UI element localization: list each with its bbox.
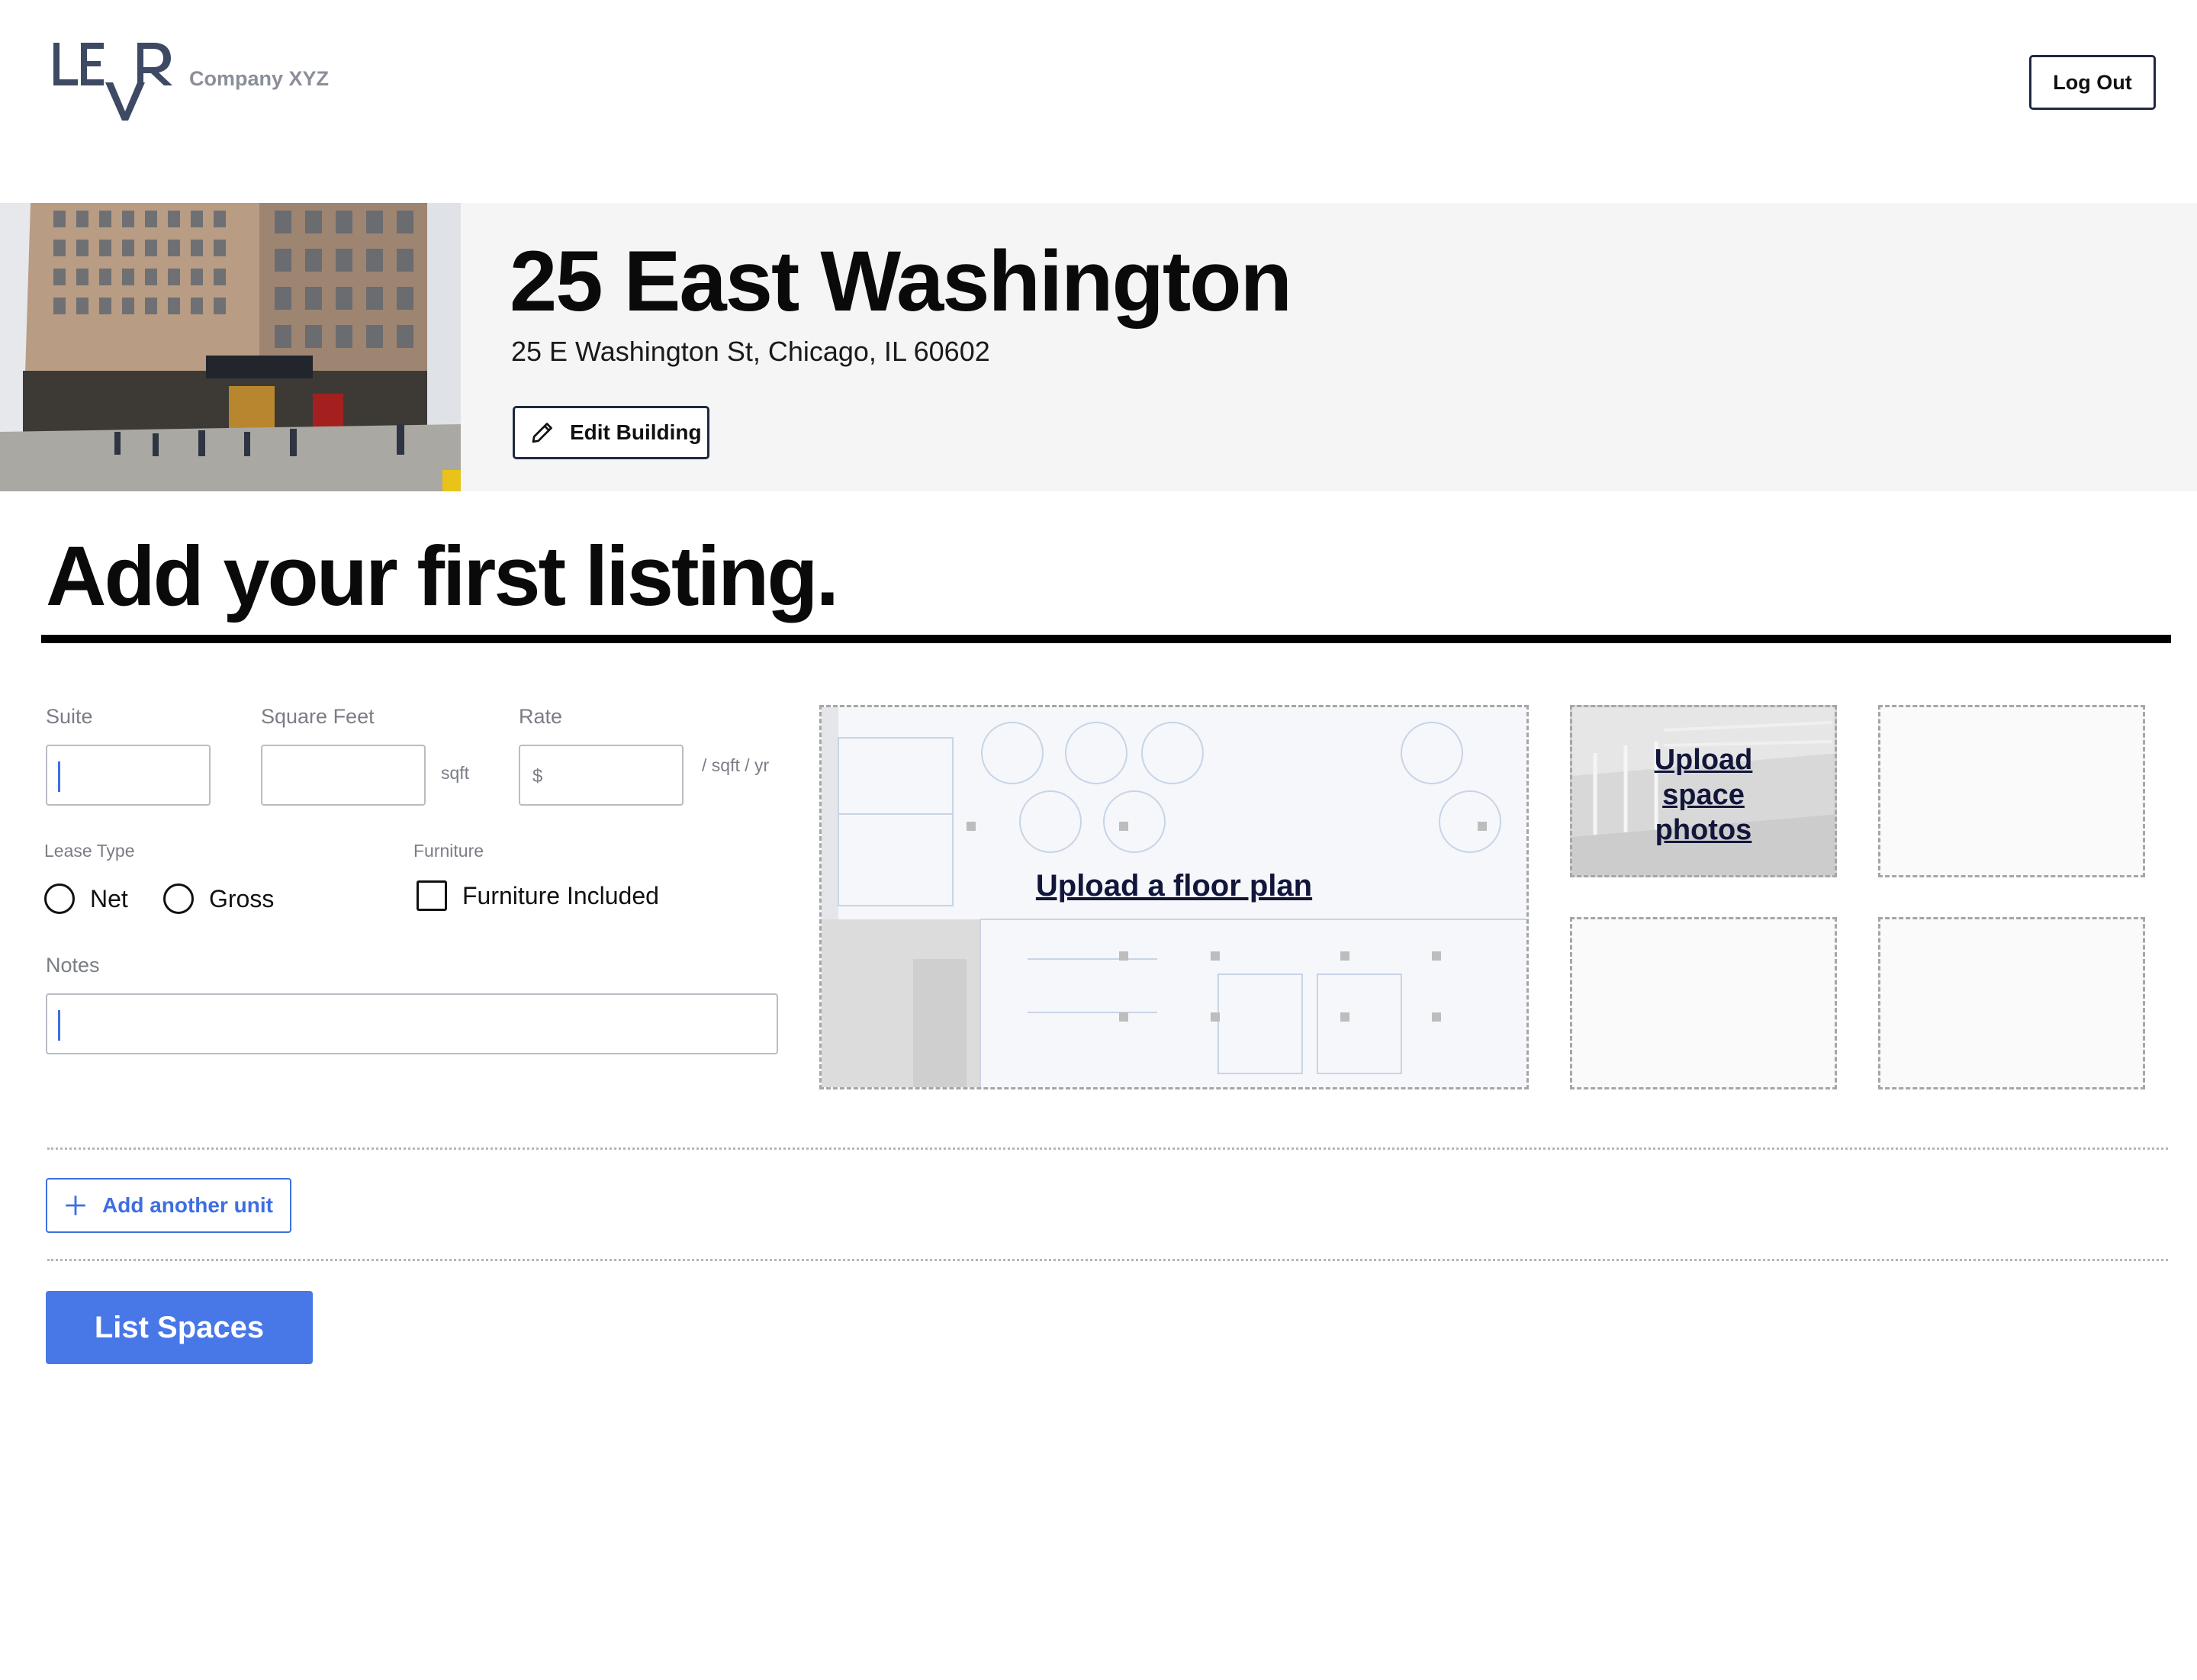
suite-label: Suite	[46, 705, 93, 728]
furniture-checkbox[interactable]	[417, 880, 447, 911]
building-photo	[0, 203, 461, 491]
suite-input[interactable]	[46, 745, 211, 806]
levr-logo[interactable]	[50, 38, 172, 126]
furniture-label: Furniture	[413, 841, 484, 861]
building-banner: 25 East Washington 25 E Washington St, C…	[0, 203, 2197, 491]
upload-photos-line-3: photos	[1655, 814, 1752, 846]
rate-label: Rate	[519, 705, 563, 728]
building-name: 25 East Washington	[510, 233, 1292, 329]
lease-gross-radio[interactable]	[163, 883, 194, 914]
section-divider	[47, 1259, 2168, 1261]
edit-building-button[interactable]: Edit Building	[513, 406, 709, 459]
add-another-unit-button[interactable]: Add another unit	[46, 1178, 291, 1233]
furniture-included-label[interactable]: Furniture Included	[462, 882, 659, 910]
space-photo-upload-2[interactable]	[1878, 705, 2145, 877]
edit-building-label: Edit Building	[570, 420, 702, 444]
upload-photos-line-1: Upload	[1654, 744, 1753, 776]
page-title: Add your first listing.	[46, 529, 839, 623]
text-caret	[58, 1010, 60, 1041]
square-feet-input[interactable]	[261, 745, 426, 806]
upload-space-photos-link[interactable]: Upload space photos	[1572, 742, 1835, 848]
space-photo-upload-3[interactable]	[1570, 917, 1837, 1089]
lease-net-label[interactable]: Net	[90, 885, 128, 913]
rate-prefix: $	[532, 766, 543, 787]
list-spaces-button[interactable]: List Spaces	[46, 1291, 313, 1364]
add-another-unit-label: Add another unit	[102, 1193, 273, 1217]
notes-input[interactable]	[46, 993, 778, 1054]
building-address: 25 E Washington St, Chicago, IL 60602	[511, 336, 990, 367]
upload-floor-plan-link[interactable]: Upload a floor plan	[822, 869, 1526, 903]
header: Company XYZ Log Out	[0, 0, 2197, 203]
building-photo-image	[0, 203, 461, 491]
rate-input[interactable]: $	[519, 745, 684, 806]
plus-icon	[66, 1196, 85, 1215]
notes-label: Notes	[46, 954, 100, 977]
square-feet-label: Square Feet	[261, 705, 375, 728]
logout-button[interactable]: Log Out	[2029, 55, 2156, 110]
pencil-icon	[532, 423, 552, 443]
section-divider	[47, 1147, 2168, 1150]
levr-logo-icon	[53, 43, 172, 121]
upload-photos-line-2: space	[1662, 779, 1745, 811]
lease-gross-label[interactable]: Gross	[209, 885, 274, 913]
text-caret	[58, 761, 60, 792]
space-photo-upload-1[interactable]: Upload space photos	[1570, 705, 1837, 877]
space-photo-upload-4[interactable]	[1878, 917, 2145, 1089]
lease-net-radio[interactable]	[44, 883, 75, 914]
lease-type-label: Lease Type	[44, 841, 135, 861]
company-name: Company XYZ	[189, 67, 330, 90]
title-divider	[41, 635, 2171, 643]
rate-unit: / sqft / yr	[702, 755, 770, 775]
sqft-unit: sqft	[441, 763, 470, 783]
floor-plan-upload[interactable]: Upload a floor plan	[819, 705, 1529, 1089]
